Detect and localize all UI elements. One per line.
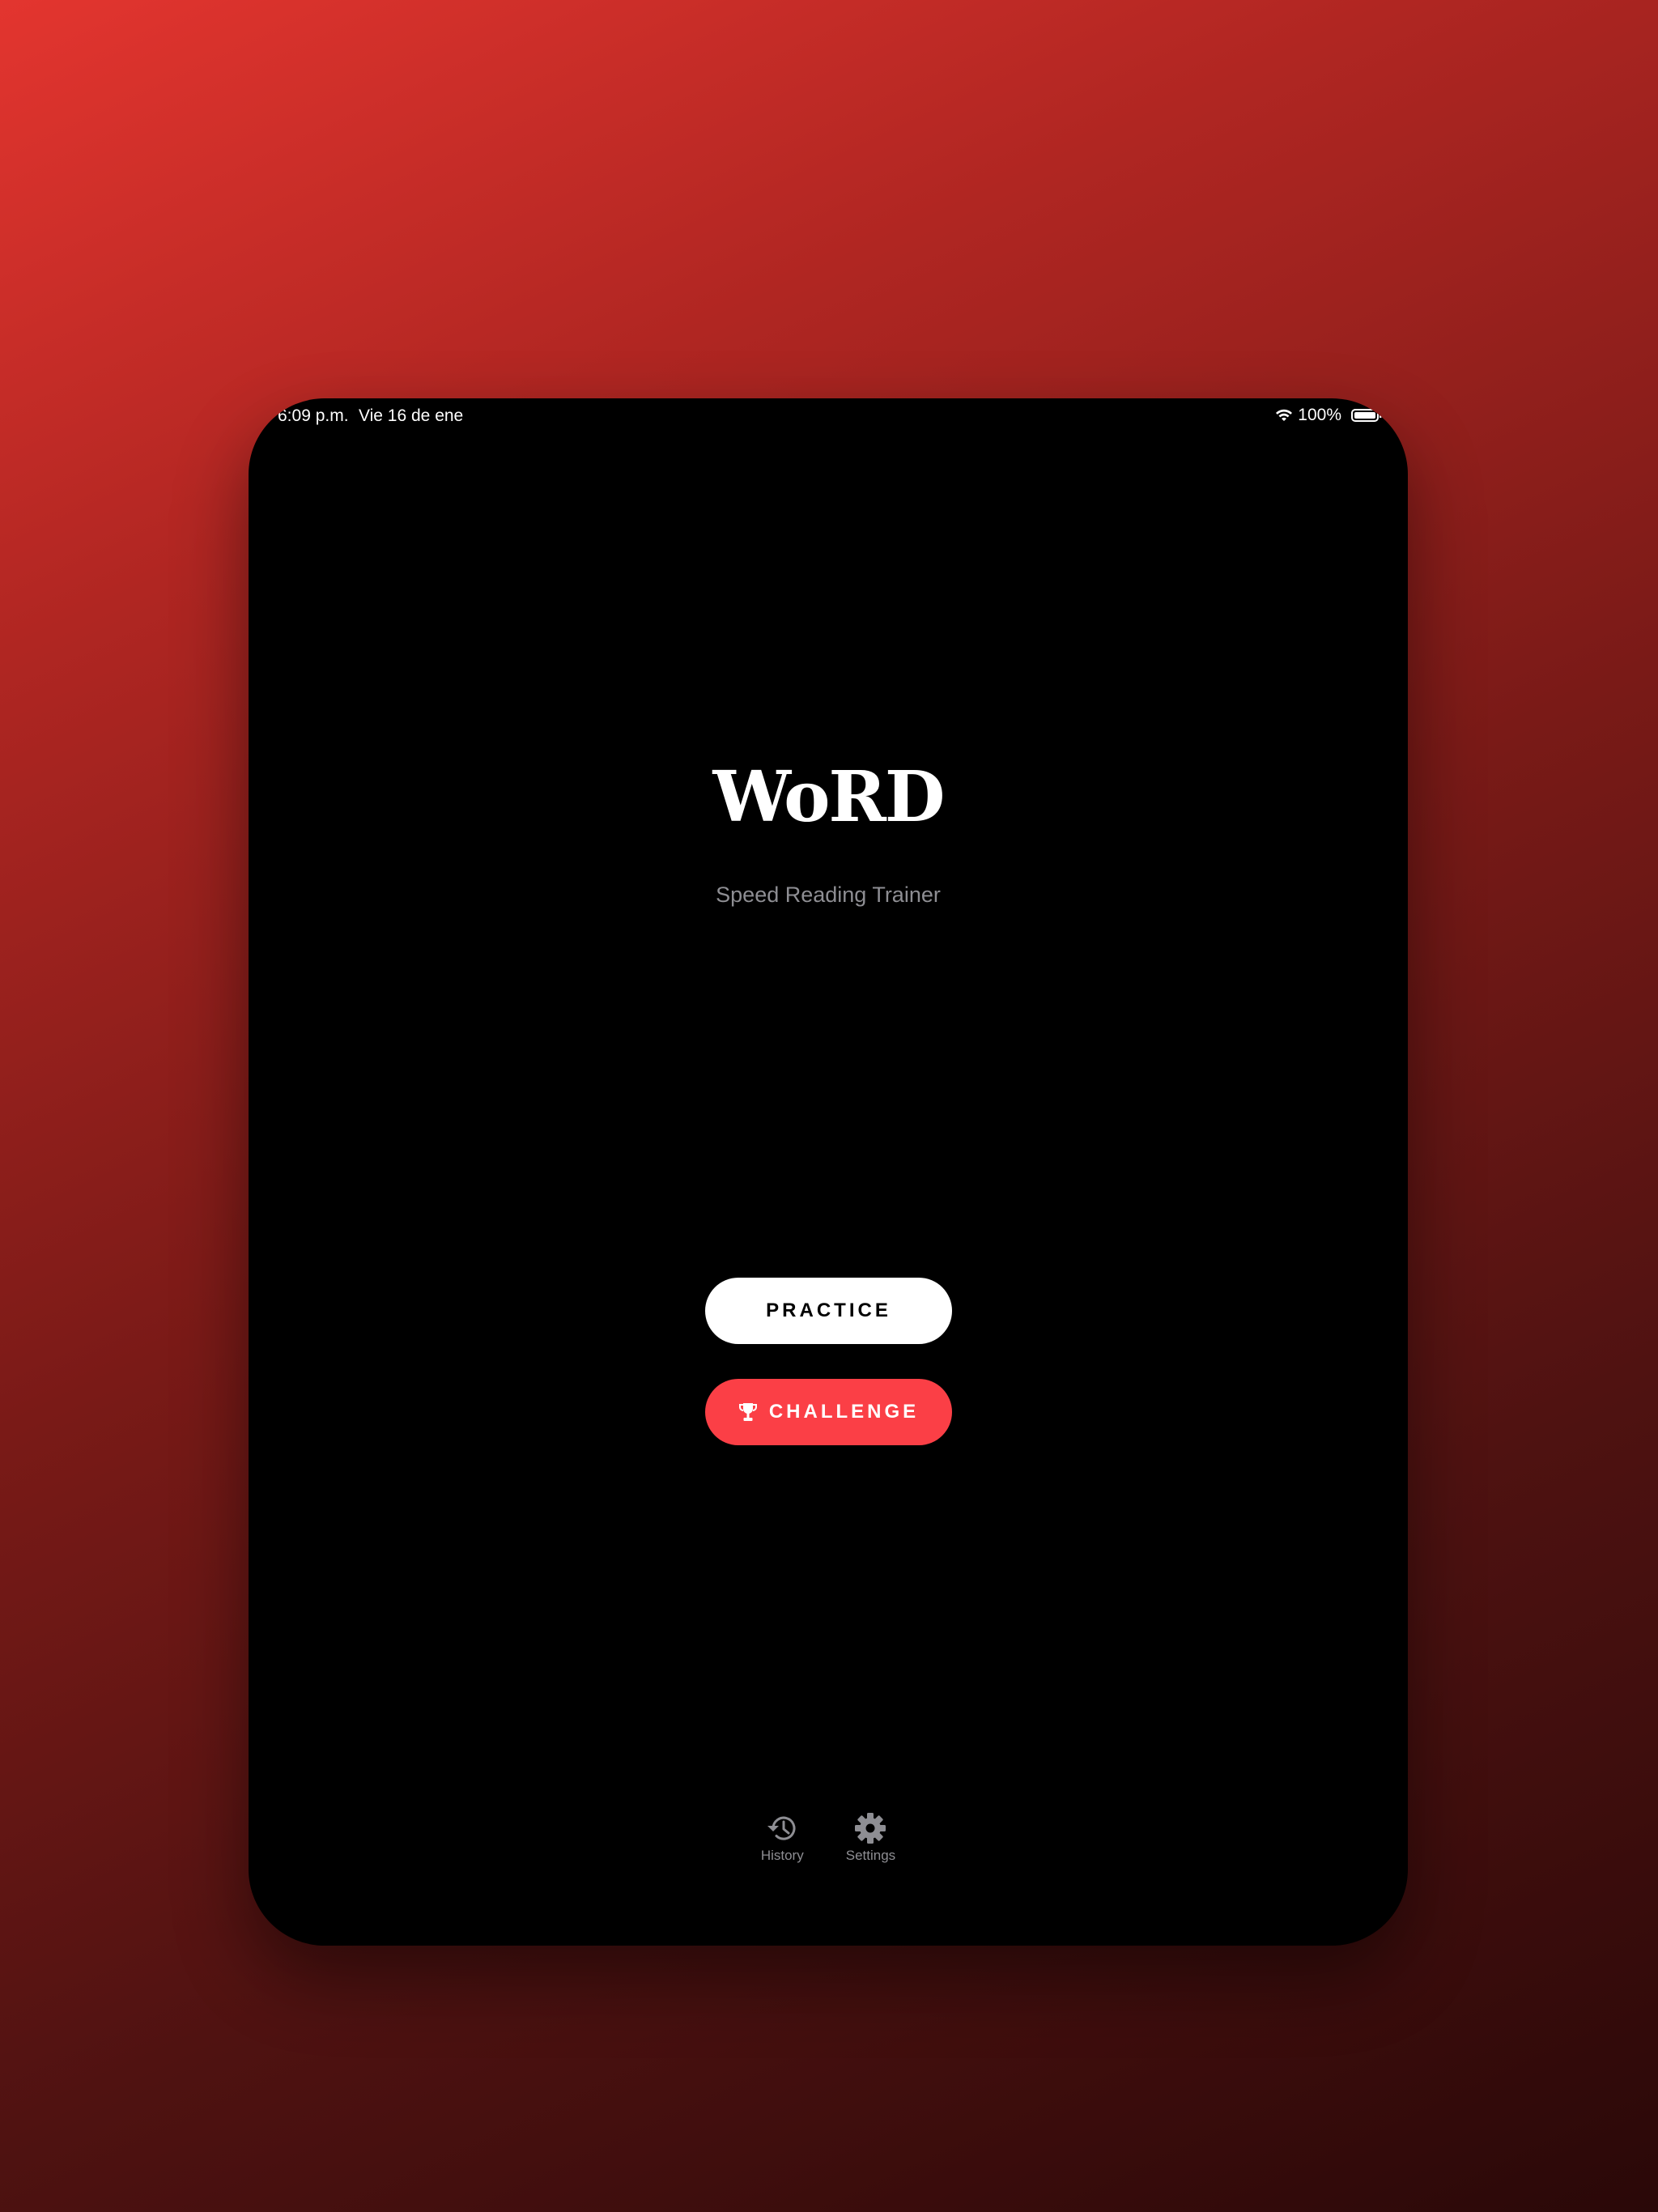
challenge-button-label: CHALLENGE xyxy=(768,1401,920,1423)
practice-button-label: PRACTICE xyxy=(766,1300,891,1321)
battery-icon xyxy=(1351,409,1382,422)
wifi-icon xyxy=(1275,409,1293,422)
status-indicators: 100% xyxy=(1275,406,1382,425)
app-subtitle: Speed Reading Trainer xyxy=(716,883,941,907)
gear-icon xyxy=(854,1812,886,1848)
history-icon xyxy=(763,1812,801,1848)
device-screen: 6:09 p.m. Vie 16 de ene 100% WoRD Speed … xyxy=(249,398,1408,1946)
tab-history[interactable]: History xyxy=(761,1812,804,1864)
practice-button[interactable]: PRACTICE xyxy=(705,1278,952,1344)
battery-percentage: 100% xyxy=(1298,406,1341,424)
tab-settings[interactable]: Settings xyxy=(846,1812,895,1864)
bottom-tab-bar: History Settings xyxy=(249,1812,1408,1864)
status-time: 6:09 p.m. xyxy=(278,406,349,425)
trophy-icon xyxy=(738,1402,758,1423)
status-bar: 6:09 p.m. Vie 16 de ene 100% xyxy=(249,398,1408,434)
app-title: WoRD xyxy=(712,756,946,838)
challenge-button[interactable]: CHALLENGE xyxy=(705,1379,952,1445)
tab-history-label: History xyxy=(760,1848,804,1863)
tab-settings-label: Settings xyxy=(845,1848,896,1863)
status-date: Vie 16 de ene xyxy=(359,406,464,425)
